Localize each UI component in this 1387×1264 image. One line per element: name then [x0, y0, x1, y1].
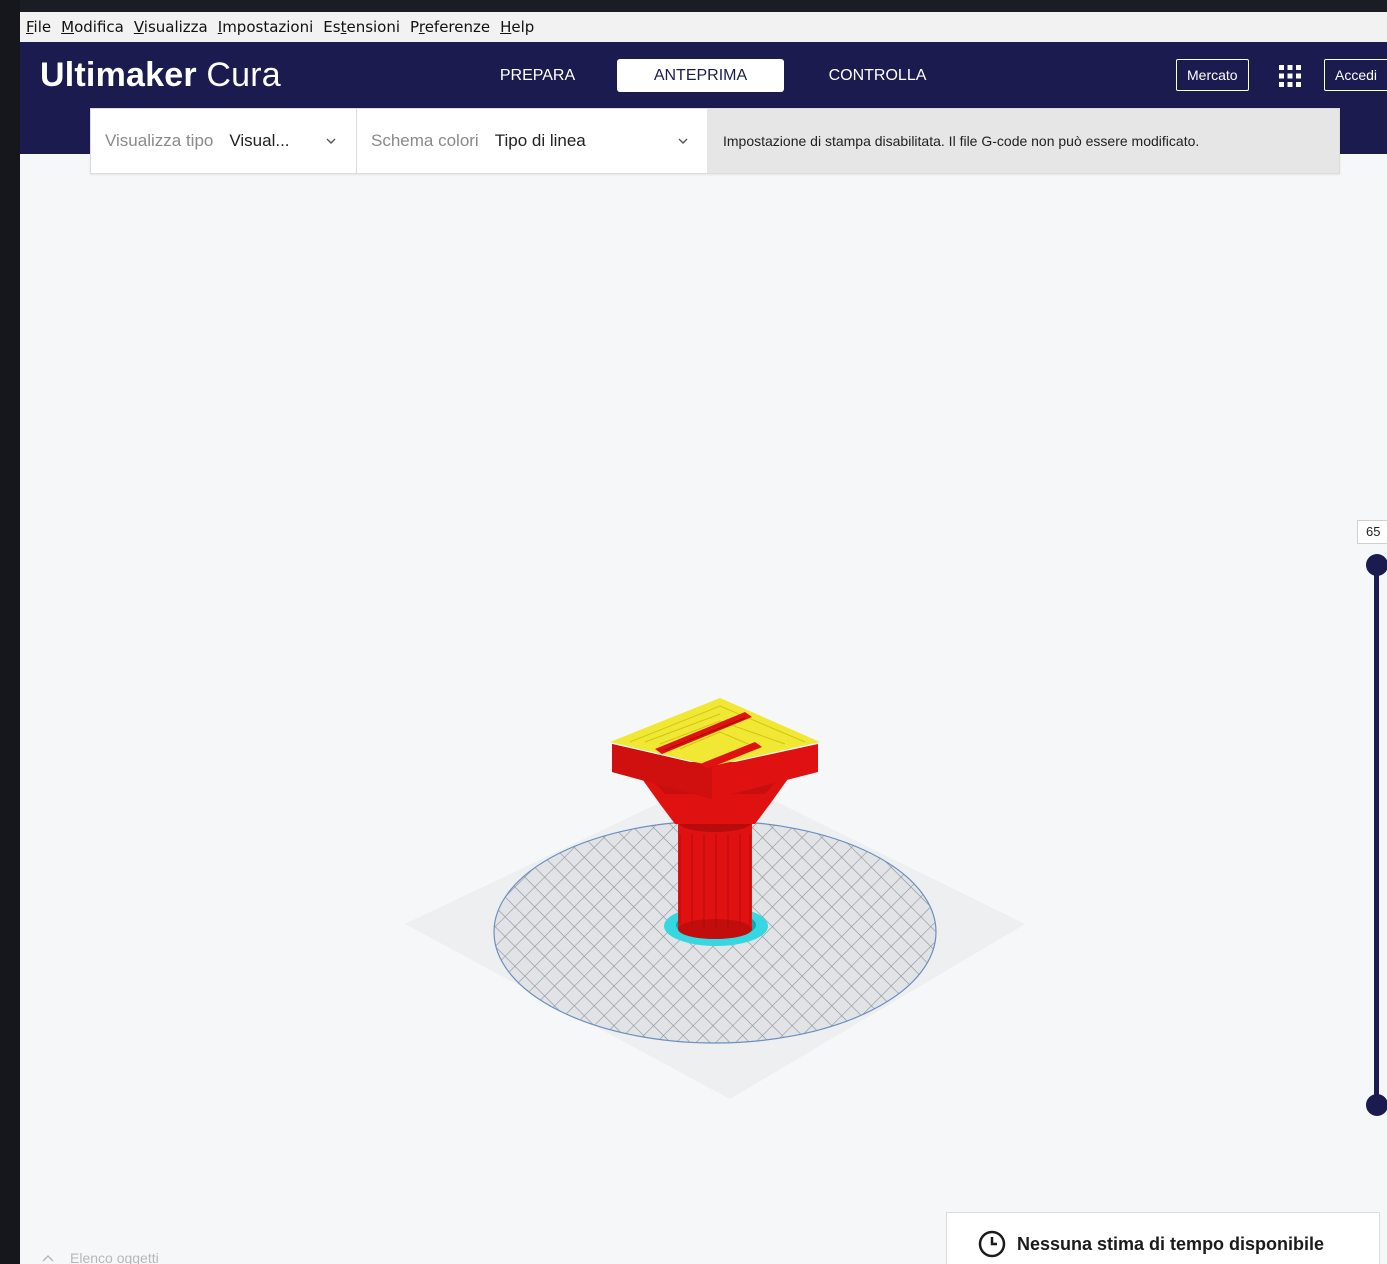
menu-impostazioni[interactable]: Impostazioni — [218, 18, 314, 36]
menu-modifica[interactable]: Modifica — [61, 18, 124, 36]
view-type-label: Visualizza tipo — [105, 131, 214, 150]
color-scheme-value: Tipo di linea — [494, 131, 586, 150]
layer-slider-bottom-handle[interactable] — [1366, 1094, 1387, 1116]
menu-visualizza[interactable]: Visualizza — [134, 18, 208, 36]
clock-icon — [978, 1230, 1006, 1258]
menu-preferenze[interactable]: Preferenze — [410, 18, 490, 36]
model-column — [678, 812, 752, 939]
layer-slider-track[interactable] — [1374, 564, 1379, 1109]
print-estimate-text: Nessuna stima di tempo disponibile — [1017, 1233, 1325, 1254]
cura-window: File Modifica Visualizza Impostazioni Es… — [20, 12, 1387, 1264]
layer-number-input[interactable]: 65 — [1357, 520, 1387, 544]
chevron-down-icon — [326, 138, 336, 144]
menu-bar: File Modifica Visualizza Impostazioni Es… — [20, 12, 1387, 42]
chevron-down-icon — [678, 138, 688, 144]
object-list-toggle[interactable]: Elenco oggetti — [42, 1250, 159, 1264]
layer-slider-top-handle[interactable] — [1366, 554, 1387, 576]
tab-anteprima[interactable]: ANTEPRIMA — [617, 59, 784, 92]
signin-button[interactable]: Accedi — [1324, 59, 1387, 91]
apps-grid-icon[interactable] — [1276, 62, 1304, 90]
tab-controlla[interactable]: CONTROLLA — [810, 59, 945, 92]
menu-file[interactable]: File — [26, 18, 51, 36]
chevron-up-icon — [42, 1255, 54, 1262]
3d-viewport[interactable]: 65 — [20, 154, 1387, 1264]
object-list-label: Elenco oggetti — [70, 1250, 159, 1264]
preview-scene[interactable] — [20, 154, 1387, 1264]
print-estimate-card[interactable]: Nessuna stima di tempo disponibile — [946, 1212, 1380, 1264]
tab-prepara[interactable]: PREPARA — [475, 59, 600, 92]
color-scheme-label: Schema colori — [371, 131, 479, 150]
app-logo: Ultimaker Cura — [40, 56, 281, 94]
menu-estensioni[interactable]: Estensioni — [323, 18, 400, 36]
desktop-edge — [0, 0, 20, 1264]
menu-help[interactable]: Help — [500, 18, 534, 36]
marketplace-button[interactable]: Mercato — [1176, 59, 1249, 91]
model-top-block — [610, 698, 820, 799]
view-type-value: Visual... — [229, 131, 290, 150]
